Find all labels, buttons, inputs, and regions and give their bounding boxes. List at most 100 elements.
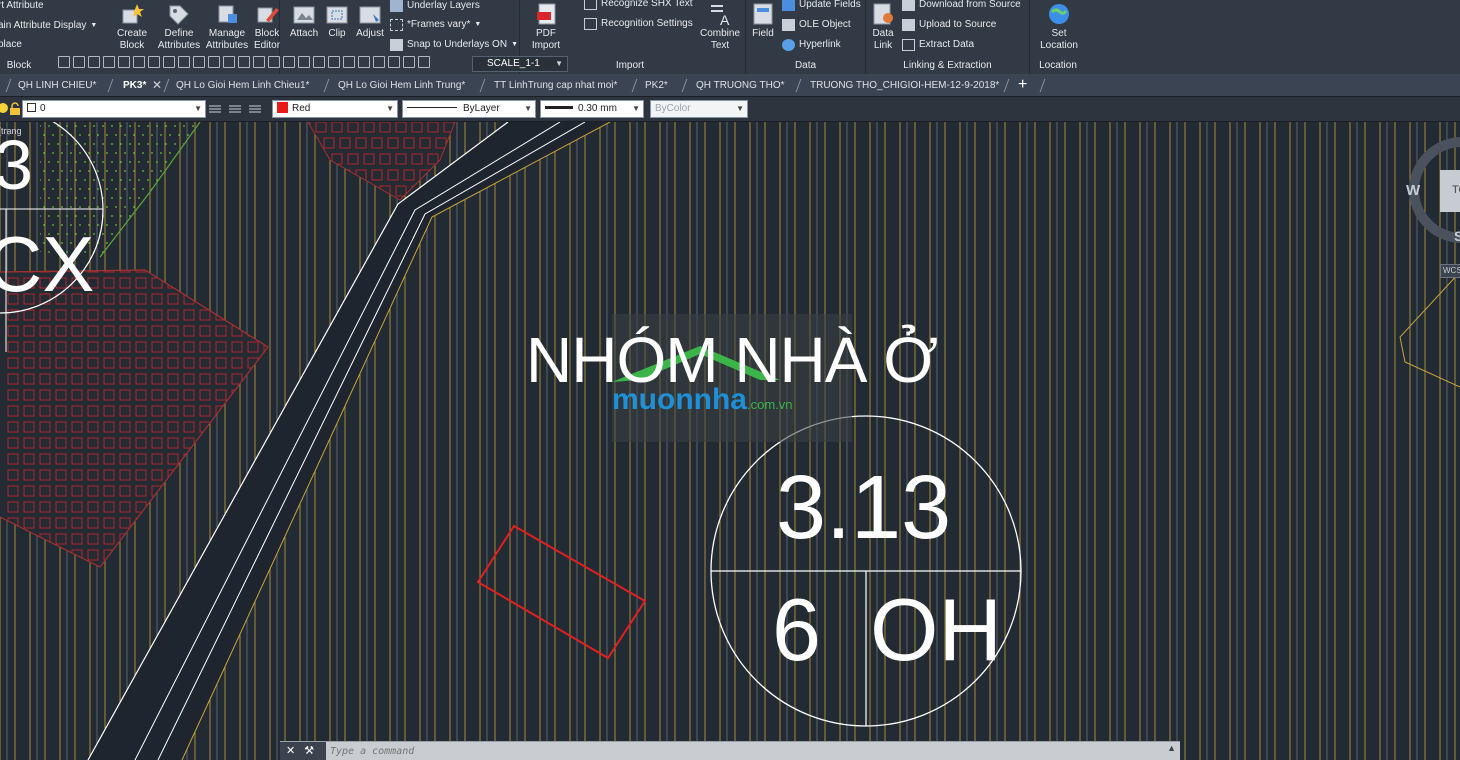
download-from-source-button[interactable]: Download from Source [902,0,1021,11]
linetype-dropdown[interactable]: ByLayer ▼ [402,100,536,118]
pattern-dot [205,134,207,136]
chevron-up-icon[interactable]: ▲ [1167,743,1176,753]
tab-qh-truong-tho[interactable]: QH TRUONG THO* [696,74,785,97]
tool-icon[interactable] [163,56,175,68]
tool-icon[interactable] [373,56,385,68]
pattern-dot [111,215,113,217]
tool-icon[interactable] [298,56,310,68]
selected-red-rectangle[interactable] [476,524,647,660]
properties-bar: 0 ▼ Red ▼ ByLayer ▼ 0.30 mm ▼ ByColor ▼ [0,97,1460,122]
define-attributes-button[interactable]: Define Attributes [156,0,202,52]
viewcube-south[interactable]: S [1454,228,1460,244]
update-fields-button[interactable]: Update Fields [782,0,861,11]
tab-qh-lo-gioi-hem-linh-trung[interactable]: QH Lo Gioi Hem Linh Trung* [338,74,465,97]
pattern-dot [52,134,54,136]
tab-qh-lo-gioi-hem-linh-chieu1[interactable]: QH Lo Gioi Hem Linh Chieu1* [176,74,309,97]
clip-label: Clip [328,28,346,39]
tool-icon[interactable] [193,56,205,68]
tool-icon[interactable] [88,56,100,68]
pattern-dot [169,134,171,136]
data-link-icon [873,3,893,25]
plotstyle-dropdown[interactable]: ByColor ▼ [650,100,748,118]
recognition-settings-button[interactable]: Recognition Settings [584,18,693,30]
attach-button[interactable]: Attach [286,0,322,40]
extract-data-button[interactable]: Extract Data [902,39,974,51]
tool-icon[interactable] [118,56,130,68]
drawing-canvas[interactable]: 3 CX (trạng NHÓM NHÀ Ở muonnha.com.vn 3.… [0,122,1460,760]
tool-icon[interactable] [328,56,340,68]
tool-icon[interactable] [403,56,415,68]
underlay-layers-button[interactable]: Underlay Layers [390,0,480,12]
tab-truong-tho-chigioi[interactable]: TRUONG THO_CHIGIOI-HEM-12-9-2018* [810,74,999,97]
field-button[interactable]: Field [746,0,780,40]
set-location-button[interactable]: Set Location [1034,0,1084,52]
tool-icon[interactable] [58,56,70,68]
tool-icon[interactable] [253,56,265,68]
tool-icon[interactable] [148,56,160,68]
tool-icon[interactable] [268,56,280,68]
lock-icon[interactable] [8,102,22,116]
ole-object-button[interactable]: OLE Object [782,19,851,31]
combine-text-button[interactable]: A Combine Text [698,0,742,52]
tool-icon[interactable] [358,56,370,68]
tool-icon[interactable] [223,56,235,68]
command-input[interactable] [330,743,1170,759]
data-link-button[interactable]: Data Link [868,0,898,52]
make-current-icon[interactable] [208,102,222,116]
pattern-dot [84,179,86,181]
tool-icon[interactable] [103,56,115,68]
pattern-dot [124,170,126,172]
layers-icon [390,0,403,12]
tool-icon[interactable] [283,56,295,68]
upload-to-source-button[interactable]: Upload to Source [902,19,996,31]
hyperlink-button[interactable]: Hyperlink [782,39,841,51]
recognize-shx-button[interactable]: Recognize SHX Text [584,0,693,10]
frames-vary-dropdown[interactable]: *Frames vary* ▼ [390,19,481,31]
tool-icon[interactable] [343,56,355,68]
wcs-menu[interactable]: WCS [1440,264,1460,278]
tool-icon[interactable] [133,56,145,68]
pattern-dot [174,143,176,145]
watermark-main: muonnha [612,383,747,416]
tool-icon[interactable] [313,56,325,68]
layer-previous-icon[interactable] [248,102,262,116]
command-close-icon[interactable]: ✕ [286,745,295,757]
pattern-dot [160,134,162,136]
tab-pk3[interactable]: PK3* [123,74,146,97]
clip-button[interactable]: Clip [322,0,352,40]
tool-icon[interactable] [388,56,400,68]
pattern-dot [192,143,194,145]
new-tab-button[interactable]: + [1018,74,1027,96]
pattern-dot [151,134,153,136]
pattern-cell [135,533,147,545]
pdf-import-button[interactable]: PDF Import [526,0,566,52]
pattern-dot [115,260,117,262]
viewcube-west[interactable]: W [1406,182,1420,199]
tool-icon[interactable] [208,56,220,68]
attribute-item[interactable]: rt Attribute [0,0,44,12]
pattern-dot [40,215,41,217]
tab-tt-linhtrung-cap-nhat-moi[interactable]: TT LinhTrung cap nhat moi* [494,74,617,97]
drawing-surface[interactable] [0,122,1460,760]
pattern-cell [199,437,211,449]
adjust-button[interactable]: Adjust [352,0,388,40]
tool-icon[interactable] [178,56,190,68]
tool-icon[interactable] [73,56,85,68]
tool-icon[interactable] [418,56,430,68]
create-block-button[interactable]: Create Block [112,0,152,52]
match-layer-icon[interactable] [228,102,242,116]
block-editor-button[interactable]: Block Editor [250,0,284,52]
replace-item[interactable]: place [0,39,22,51]
wrench-icon[interactable]: ⚒ [304,745,314,757]
layer-dropdown[interactable]: 0 ▼ [22,100,206,118]
tool-icon[interactable] [238,56,250,68]
manage-attributes-button[interactable]: Manage Attributes [204,0,250,52]
viewcube-top[interactable]: TO [1452,184,1460,196]
retain-attribute-display-item[interactable]: ain Attribute Display ▼ [0,20,97,32]
color-dropdown[interactable]: Red ▼ [272,100,398,118]
tab-qh-linh-chieu[interactable]: QH LINH CHIEU* [18,74,96,97]
snap-to-underlays-dropdown[interactable]: Snap to Underlays ON ▼ [390,39,518,51]
lineweight-dropdown[interactable]: 0.30 mm ▼ [540,100,644,118]
close-icon[interactable]: ✕ [152,74,162,97]
tab-pk2[interactable]: PK2* [645,74,668,97]
